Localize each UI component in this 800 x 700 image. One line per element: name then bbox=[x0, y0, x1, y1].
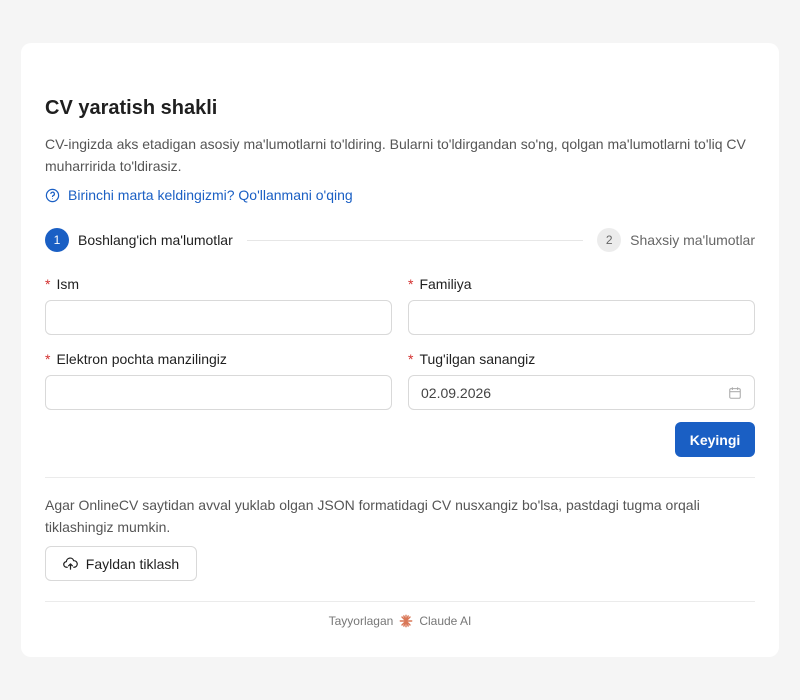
birth-date-label: * Tug'ilgan sanangiz bbox=[408, 349, 755, 369]
form-description: CV-ingizda aks etadigan asosiy ma'lumotl… bbox=[45, 136, 746, 174]
stepper: 1 Boshlang'ich ma'lumotlar 2 Shaxsiy ma'… bbox=[45, 228, 755, 252]
input-value: 02.09.2026 bbox=[421, 384, 492, 401]
help-link[interactable]: Birinchi marta keldingizmi? Qo'llanmani … bbox=[45, 187, 353, 203]
claude-logo-icon bbox=[399, 614, 413, 628]
step-basic-info[interactable]: 1 Boshlang'ich ma'lumotlar bbox=[45, 228, 233, 252]
footer: Tayyorlagan Claude AI bbox=[45, 614, 755, 628]
required-mark: * bbox=[45, 351, 51, 367]
step-number: 2 bbox=[597, 228, 622, 252]
footer-brand: Claude AI bbox=[419, 614, 472, 628]
first-name-field: * Ism bbox=[45, 274, 392, 335]
step-label: Shaxsiy ma'lumotlar bbox=[630, 232, 755, 248]
email-input[interactable] bbox=[45, 375, 392, 410]
footer-divider bbox=[45, 601, 755, 602]
step-personal-info[interactable]: 2 Shaxsiy ma'lumotlar bbox=[597, 228, 755, 252]
step-number: 1 bbox=[45, 228, 69, 252]
required-mark: * bbox=[45, 276, 51, 292]
next-button[interactable]: Keyingi bbox=[675, 422, 755, 457]
step-connector bbox=[246, 239, 584, 241]
first-name-label: * Ism bbox=[45, 274, 392, 294]
restore-description: Agar OnlineCV saytidan avval yuklab olga… bbox=[45, 497, 700, 535]
last-name-label: * Familiya bbox=[408, 274, 755, 294]
question-circle-icon bbox=[45, 188, 60, 202]
step-label: Boshlang'ich ma'lumotlar bbox=[78, 232, 233, 248]
label-text: Elektron pochta manzilingiz bbox=[56, 351, 227, 367]
birth-date-input[interactable]: 02.09.2026 bbox=[408, 375, 755, 410]
divider bbox=[45, 477, 755, 478]
cloud-upload-icon bbox=[62, 557, 78, 570]
required-mark: * bbox=[408, 351, 414, 367]
label-text: Familiya bbox=[419, 276, 472, 292]
form-title: CV yaratish shakli bbox=[45, 97, 218, 119]
restore-button-label: Fayldan tiklash bbox=[85, 555, 180, 572]
first-name-input[interactable] bbox=[45, 300, 392, 335]
last-name-field: * Familiya bbox=[408, 274, 755, 335]
label-text: Ism bbox=[56, 276, 80, 292]
label-text: Tug'ilgan sanangiz bbox=[419, 351, 536, 367]
restore-from-file-button[interactable]: Fayldan tiklash bbox=[45, 546, 197, 581]
help-link-text: Birinchi marta keldingizmi? Qo'llanmani … bbox=[68, 187, 353, 203]
email-label: * Elektron pochta manzilingiz bbox=[45, 349, 392, 369]
required-mark: * bbox=[408, 276, 414, 292]
calendar-icon[interactable] bbox=[728, 386, 742, 400]
birth-date-field: * Tug'ilgan sanangiz 02.09.2026 bbox=[408, 349, 755, 410]
email-field: * Elektron pochta manzilingiz bbox=[45, 349, 392, 410]
footer-prefix: Tayyorlagan bbox=[328, 614, 394, 628]
last-name-input[interactable] bbox=[408, 300, 755, 335]
form-card: CV yaratish shakli CV-ingizda aks etadig… bbox=[21, 43, 779, 657]
